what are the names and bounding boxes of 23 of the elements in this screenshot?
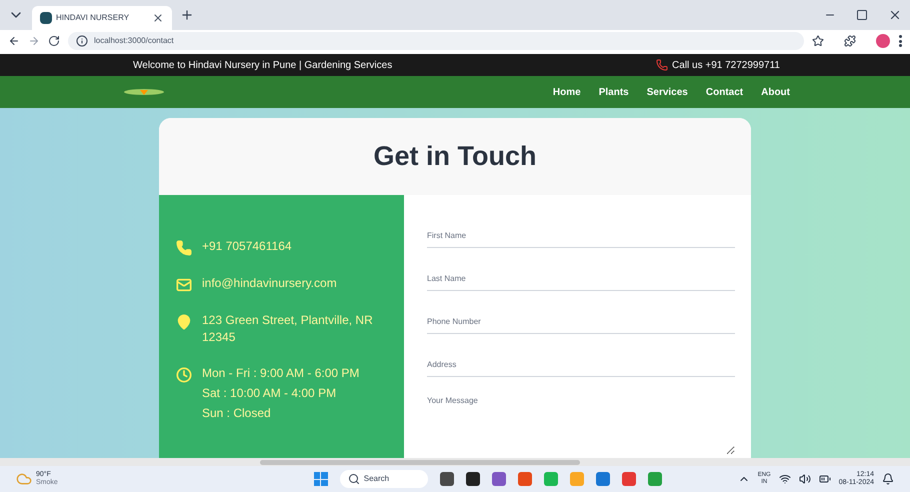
browser-tab[interactable]: HINDAVI NURSERY (32, 6, 172, 30)
taskbar-search[interactable]: Search (340, 470, 428, 488)
nav-link[interactable]: Plants (598, 84, 629, 100)
call-text: Call us +91 7272999711 (672, 58, 780, 72)
contact-detail: +91 7057461164 (202, 238, 292, 255)
contact-detail: info@hindavinursery.com (202, 275, 337, 292)
message-field[interactable]: Your Message (427, 395, 735, 455)
nav-link[interactable]: About (761, 84, 790, 100)
address-bar[interactable]: localhost:3000/contact (68, 32, 804, 50)
nav-link[interactable]: Contact (706, 84, 744, 100)
tab-title: HINDAVI NURSERY (56, 12, 130, 24)
input-field[interactable]: Last Name (427, 266, 735, 291)
contact-detail: Sat : 10:00 AM - 4:00 PM (202, 385, 338, 402)
contact-detail: Sun : Closed (202, 405, 272, 422)
page-heading: Get in Touch (374, 140, 536, 174)
welcome-text: Welcome to Hindavi Nursery in Pune | Gardening Services (133, 58, 394, 72)
nav-link[interactable]: Home (552, 84, 581, 100)
nav-link[interactable]: Services (646, 84, 688, 100)
contact-detail: Mon - Fri : 9:00 AM - 6:00 PM (202, 365, 360, 382)
input-field[interactable]: Address (427, 352, 735, 377)
input-field[interactable]: First Name (427, 223, 735, 248)
contact-detail: 123 Green Street, Plantville, NR 12345 (202, 312, 374, 346)
input-field[interactable]: Phone Number (427, 309, 735, 334)
